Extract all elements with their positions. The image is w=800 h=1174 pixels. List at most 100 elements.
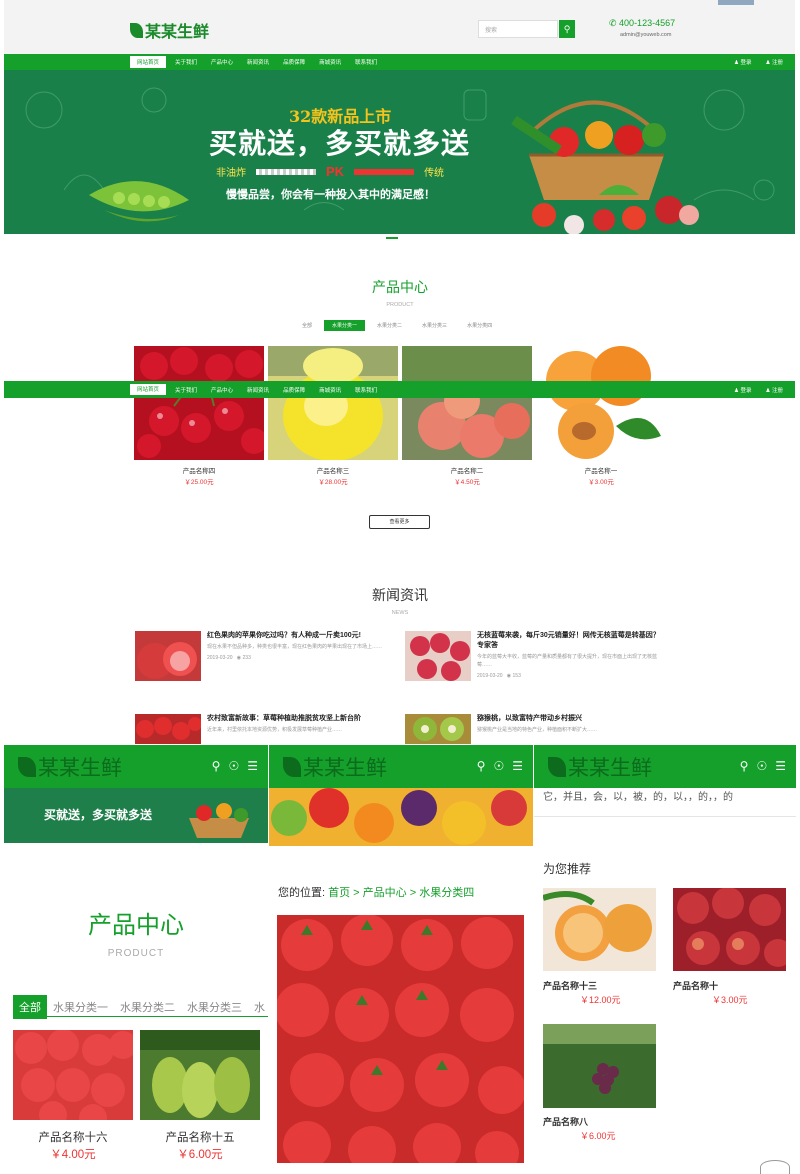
product-price: ￥4.50元 bbox=[454, 479, 480, 486]
sticky-nav-news[interactable]: 新闻资讯 bbox=[240, 381, 276, 398]
tab-all[interactable]: 全部 bbox=[294, 320, 320, 331]
product-image-tomato[interactable] bbox=[13, 1030, 133, 1120]
tab-category-1[interactable]: 水果分类一 bbox=[324, 320, 366, 331]
register-link[interactable]: ♟ 注册 bbox=[766, 58, 783, 66]
mobile1-logo[interactable]: 某某生鲜 bbox=[18, 752, 122, 782]
menu-icon[interactable]: ☰ bbox=[247, 759, 258, 773]
recommend-product-name[interactable]: 产品名称十三 bbox=[543, 979, 597, 992]
strawberry-art bbox=[136, 717, 201, 740]
back-to-top-button[interactable] bbox=[760, 1160, 790, 1174]
product-detail-image bbox=[277, 915, 524, 1163]
nav-item-quality[interactable]: 品质保障 bbox=[276, 54, 312, 70]
more-products-button[interactable]: 查看更多 bbox=[369, 515, 430, 529]
recommend-product-name[interactable]: 产品名称八 bbox=[543, 1115, 588, 1128]
search-button[interactable]: ⚲ bbox=[559, 20, 575, 38]
phone-icon: ✆ bbox=[609, 18, 620, 28]
product-price: ￥25.00元 bbox=[184, 479, 214, 486]
basket-art bbox=[189, 803, 249, 838]
sticky-nav-about[interactable]: 关于我们 bbox=[168, 381, 204, 398]
sticky-nav-products[interactable]: 产品中心 bbox=[204, 381, 240, 398]
sticky-nav-mall[interactable]: 商城资讯 bbox=[312, 381, 348, 398]
product-name[interactable]: 产品名称四 bbox=[134, 465, 264, 475]
mobile3-logo[interactable]: 某某生鲜 bbox=[548, 752, 652, 782]
news-title[interactable]: 红色果肉的苹果你吃过吗？有人种成一斤卖100元! bbox=[207, 631, 382, 641]
pk-stripe bbox=[256, 168, 316, 175]
news-item[interactable]: 猕猴桃，以致富特产带动乡村振兴 猕猴桃产业是当地的特色产业，种植面积不断扩大…… bbox=[405, 714, 665, 744]
mango-art bbox=[140, 1030, 260, 1118]
product-image-apricot[interactable] bbox=[536, 346, 666, 460]
news-section-header: 新闻资讯 NEWS bbox=[0, 585, 800, 616]
product-image-peach-yellow[interactable] bbox=[268, 346, 398, 460]
menu-icon[interactable]: ☰ bbox=[512, 759, 523, 773]
recommend-product-price: ￥3.00元 bbox=[712, 995, 748, 1005]
breadcrumb-category[interactable]: 水果分类四 bbox=[419, 887, 474, 899]
news-title[interactable]: 农村致富新故事：草莓种植助推脱贫攻坚上新台阶 bbox=[207, 714, 361, 724]
mobile2-logo[interactable]: 某某生鲜 bbox=[283, 752, 387, 782]
product-image-grape-vine[interactable] bbox=[543, 1024, 656, 1108]
search-input[interactable]: 搜索 bbox=[478, 20, 558, 38]
leaf-icon bbox=[130, 22, 143, 38]
product-image-nectarine[interactable] bbox=[673, 888, 786, 971]
product-name[interactable]: 产品名称十五 bbox=[140, 1129, 260, 1145]
pk-right: 传统 bbox=[424, 168, 445, 179]
breadcrumb-products[interactable]: 产品中心 bbox=[363, 887, 407, 899]
news-item[interactable]: 红色果肉的苹果你吃过吗？有人种成一斤卖100元! 现在水果不但品种多，种类也很丰… bbox=[135, 631, 395, 681]
user-icon[interactable]: ☉ bbox=[756, 759, 767, 773]
mobile2-banner[interactable] bbox=[269, 788, 533, 846]
product-name[interactable]: 产品名称三 bbox=[268, 465, 398, 475]
nav-item-home[interactable]: 网站首页 bbox=[130, 56, 167, 68]
mobile3-content-text: 它，并且，会，以，被，的，以，，的，，的 bbox=[543, 792, 733, 803]
divider bbox=[534, 816, 796, 817]
search-icon[interactable]: ⚲ bbox=[477, 759, 486, 773]
news-meta: 2019-03-20 ◉ 153 bbox=[477, 673, 665, 679]
product-price: ￥3.00元 bbox=[588, 479, 614, 486]
tab-category-3[interactable]: 水果分类三 bbox=[414, 320, 455, 331]
news-item[interactable]: 农村致富新故事：草莓种植助推脱贫攻坚上新台阶 近年来，村里依托本地资源优势，积极… bbox=[135, 714, 395, 744]
product-name[interactable]: 产品名称一 bbox=[536, 465, 666, 475]
tabs-underline bbox=[13, 1016, 268, 1017]
nav-item-news[interactable]: 新闻资讯 bbox=[240, 54, 276, 70]
sticky-login-link[interactable]: ♟ 登录 bbox=[734, 386, 751, 394]
user-icon[interactable]: ☉ bbox=[228, 759, 239, 773]
product-name[interactable]: 产品名称二 bbox=[402, 465, 532, 475]
banner-pager-dot[interactable] bbox=[386, 237, 398, 239]
product-image-cherry[interactable] bbox=[134, 346, 264, 460]
desktop-top-header: 某某生鲜 搜索 ⚲ ✆ 400-123-4567 admin@youweb.co… bbox=[4, 0, 795, 54]
kiwi-art bbox=[413, 717, 464, 741]
news-item[interactable]: 无核蓝莓来袭，每斤30元销量好！网传无核蓝莓是转基因？专家答 今年的蓝莓大丰收，… bbox=[405, 631, 665, 681]
nav-item-mall[interactable]: 商城资讯 bbox=[312, 54, 348, 70]
user-icon[interactable]: ☉ bbox=[493, 759, 504, 773]
mobile1-banner[interactable]: 买就送，多买就多送 bbox=[4, 788, 268, 843]
hero-banner[interactable]: 32款新品上市 买就送，多买就多送 非油炸 PK 传统 慢慢品尝，你会有一种投入… bbox=[4, 70, 795, 234]
sticky-nav-quality[interactable]: 品质保障 bbox=[276, 381, 312, 398]
tab-category-4[interactable]: 水果分类四 bbox=[459, 320, 500, 331]
lychee-art bbox=[410, 633, 470, 681]
mobile2-header: 某某生鲜 ⚲ ☉ ☰ bbox=[269, 745, 533, 788]
product-image-mango[interactable] bbox=[140, 1030, 260, 1120]
product-image-grapefruit[interactable] bbox=[543, 888, 656, 971]
news-title[interactable]: 猕猴桃，以致富特产带动乡村振兴 bbox=[477, 714, 597, 724]
cherry-art bbox=[137, 347, 264, 458]
login-link[interactable]: ♟ 登录 bbox=[734, 58, 751, 66]
banner-slogan: 慢慢品尝，你会有一种投入其中的满足感！ bbox=[226, 189, 435, 201]
menu-icon[interactable]: ☰ bbox=[775, 759, 786, 773]
site-logo[interactable]: 某某生鲜 bbox=[130, 18, 209, 42]
sticky-login-label: 登录 bbox=[740, 387, 752, 394]
recommend-product-name[interactable]: 产品名称十 bbox=[673, 979, 718, 992]
search-icon[interactable]: ⚲ bbox=[740, 759, 749, 773]
product-image-peach[interactable] bbox=[402, 346, 532, 460]
product-name[interactable]: 产品名称十六 bbox=[13, 1129, 133, 1145]
news-meta: 2019-03-20 ◉ 233 bbox=[207, 655, 382, 661]
brand-name: 某某生鲜 bbox=[303, 755, 387, 780]
news-views: 153 bbox=[512, 673, 521, 679]
sticky-nav-contact[interactable]: 联系我们 bbox=[348, 381, 384, 398]
nav-item-products[interactable]: 产品中心 bbox=[204, 54, 240, 70]
search-icon[interactable]: ⚲ bbox=[212, 759, 221, 773]
tab-category-2[interactable]: 水果分类二 bbox=[369, 320, 410, 331]
breadcrumb-home[interactable]: 首页 bbox=[328, 887, 350, 899]
sticky-register-link[interactable]: ♟ 注册 bbox=[766, 386, 783, 394]
nav-item-contact[interactable]: 联系我们 bbox=[348, 54, 384, 70]
sticky-nav-home[interactable]: 网站首页 bbox=[130, 383, 167, 396]
nav-item-about[interactable]: 关于我们 bbox=[168, 54, 204, 70]
news-title[interactable]: 无核蓝莓来袭，每斤30元销量好！网传无核蓝莓是转基因？专家答 bbox=[477, 631, 665, 651]
